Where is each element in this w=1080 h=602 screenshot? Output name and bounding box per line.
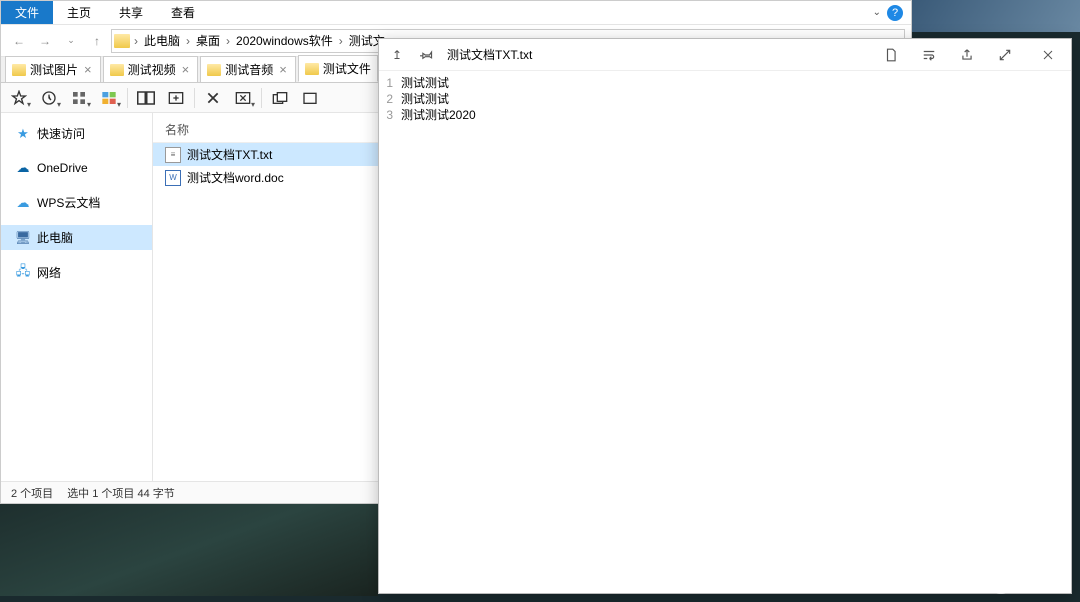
desktop-wallpaper-strip [912,0,1080,32]
crumb-folder[interactable]: 2020windows软件 [234,32,335,49]
watermark-text: 什么值得买 [1015,576,1070,592]
document-icon[interactable] [881,45,901,65]
folder-icon [110,64,124,76]
paste-button[interactable] [296,86,324,110]
tab-label: 测试视频 [128,61,176,78]
favorites-button[interactable] [5,86,33,110]
chevron-right-icon: › [184,34,192,48]
menu-share[interactable]: 共享 [105,1,157,24]
cloud-icon: ☁ [15,160,31,176]
separator [127,88,128,108]
cloud-icon: ☁ [15,195,31,211]
tab-videos[interactable]: 测试视频 × [103,56,199,82]
up-arrow-icon[interactable]: ↥ [387,45,407,65]
crumb-this-pc[interactable]: 此电脑 [142,32,182,49]
sidebar: ★ 快速访问 ☁ OneDrive ☁ WPS云文档 🖥 此电脑 🖧 网络 [1,113,153,481]
up-button[interactable]: ↑ [85,29,109,53]
text-line: 测试测试 [401,91,476,107]
text-line: 测试测试2020 [401,107,476,123]
sidebar-item-this-pc[interactable]: 🖥 此电脑 [1,225,152,250]
dual-pane-button[interactable] [132,86,160,110]
apps-button[interactable] [95,86,123,110]
line-number-gutter: 1 2 3 [379,71,397,123]
wrap-icon[interactable] [919,45,939,65]
watermark: 值 什么值得买 [991,574,1070,594]
new-pane-button[interactable] [162,86,190,110]
crumb-desktop[interactable]: 桌面 [194,32,222,49]
sidebar-item-label: 网络 [37,264,61,281]
menu-view[interactable]: 查看 [157,1,209,24]
delete-button[interactable] [199,86,227,110]
pin-icon[interactable] [417,45,437,65]
menu-home[interactable]: 主页 [53,1,105,24]
chevron-down-icon[interactable]: ⌄ [873,7,881,18]
sidebar-item-label: OneDrive [37,161,88,175]
text-file-icon: ≡ [165,147,181,163]
folder-icon [207,64,221,76]
separator [194,88,195,108]
monitor-icon: 🖥 [15,230,31,246]
copy-button[interactable] [266,86,294,110]
quicklook-window: ↥ 测试文档TXT.txt 1 2 [378,38,1072,594]
status-item-count: 2 个项目 [11,485,53,501]
folder-icon [12,64,26,76]
help-icon[interactable]: ? [887,5,903,21]
tab-audio[interactable]: 测试音频 × [200,56,296,82]
tab-images[interactable]: 测试图片 × [5,56,101,82]
tab-files[interactable]: 测试文件 [298,55,378,82]
sidebar-item-wps[interactable]: ☁ WPS云文档 [1,190,152,215]
network-icon: 🖧 [15,265,31,281]
line-number: 3 [379,107,393,123]
watermark-badge-icon: 值 [991,574,1011,594]
recent-dropdown[interactable]: ⌄ [59,29,83,53]
text-line: 测试测试 [401,75,476,91]
back-button[interactable]: ← [7,29,31,53]
sidebar-item-label: WPS云文档 [37,194,100,211]
close-icon[interactable]: × [180,62,192,77]
separator [261,88,262,108]
folder-icon [114,34,130,48]
chevron-right-icon: › [224,34,232,48]
desktop-wallpaper-bottom [0,504,378,596]
sidebar-item-label: 此电脑 [37,229,73,246]
sidebar-item-label: 快速访问 [37,125,85,142]
line-number: 2 [379,91,393,107]
status-selection: 选中 1 个项目 44 字节 [67,485,175,501]
text-content[interactable]: 测试测试 测试测试 测试测试2020 [397,71,476,123]
close-button[interactable] [1033,45,1063,65]
menubar: 文件 主页 共享 查看 ⌄ ? [1,1,911,25]
close-pane-button[interactable] [229,86,257,110]
close-icon[interactable]: × [82,62,94,77]
quicklook-titlebar[interactable]: ↥ 测试文档TXT.txt [379,39,1071,71]
tab-label: 测试文件 [323,60,371,77]
chevron-right-icon: › [132,34,140,48]
quicklook-body: 1 2 3 测试测试 测试测试 测试测试2020 [379,71,1071,123]
fullscreen-icon[interactable] [995,45,1015,65]
quicklook-title: 测试文档TXT.txt [447,46,532,63]
menu-file[interactable]: 文件 [1,1,53,24]
share-icon[interactable] [957,45,977,65]
tab-label: 测试音频 [225,61,273,78]
history-button[interactable] [35,86,63,110]
file-name: 测试文档word.doc [187,169,284,186]
sidebar-item-onedrive[interactable]: ☁ OneDrive [1,156,152,180]
forward-button[interactable]: → [33,29,57,53]
file-name: 测试文档TXT.txt [187,146,272,163]
sidebar-item-quick-access[interactable]: ★ 快速访问 [1,121,152,146]
close-icon[interactable]: × [277,62,289,77]
tab-label: 测试图片 [30,61,78,78]
star-icon: ★ [15,126,31,142]
sidebar-item-network[interactable]: 🖧 网络 [1,260,152,285]
word-file-icon: W [165,170,181,186]
chevron-right-icon: › [337,34,345,48]
view-options-button[interactable] [65,86,93,110]
folder-icon [305,63,319,75]
line-number: 1 [379,75,393,91]
